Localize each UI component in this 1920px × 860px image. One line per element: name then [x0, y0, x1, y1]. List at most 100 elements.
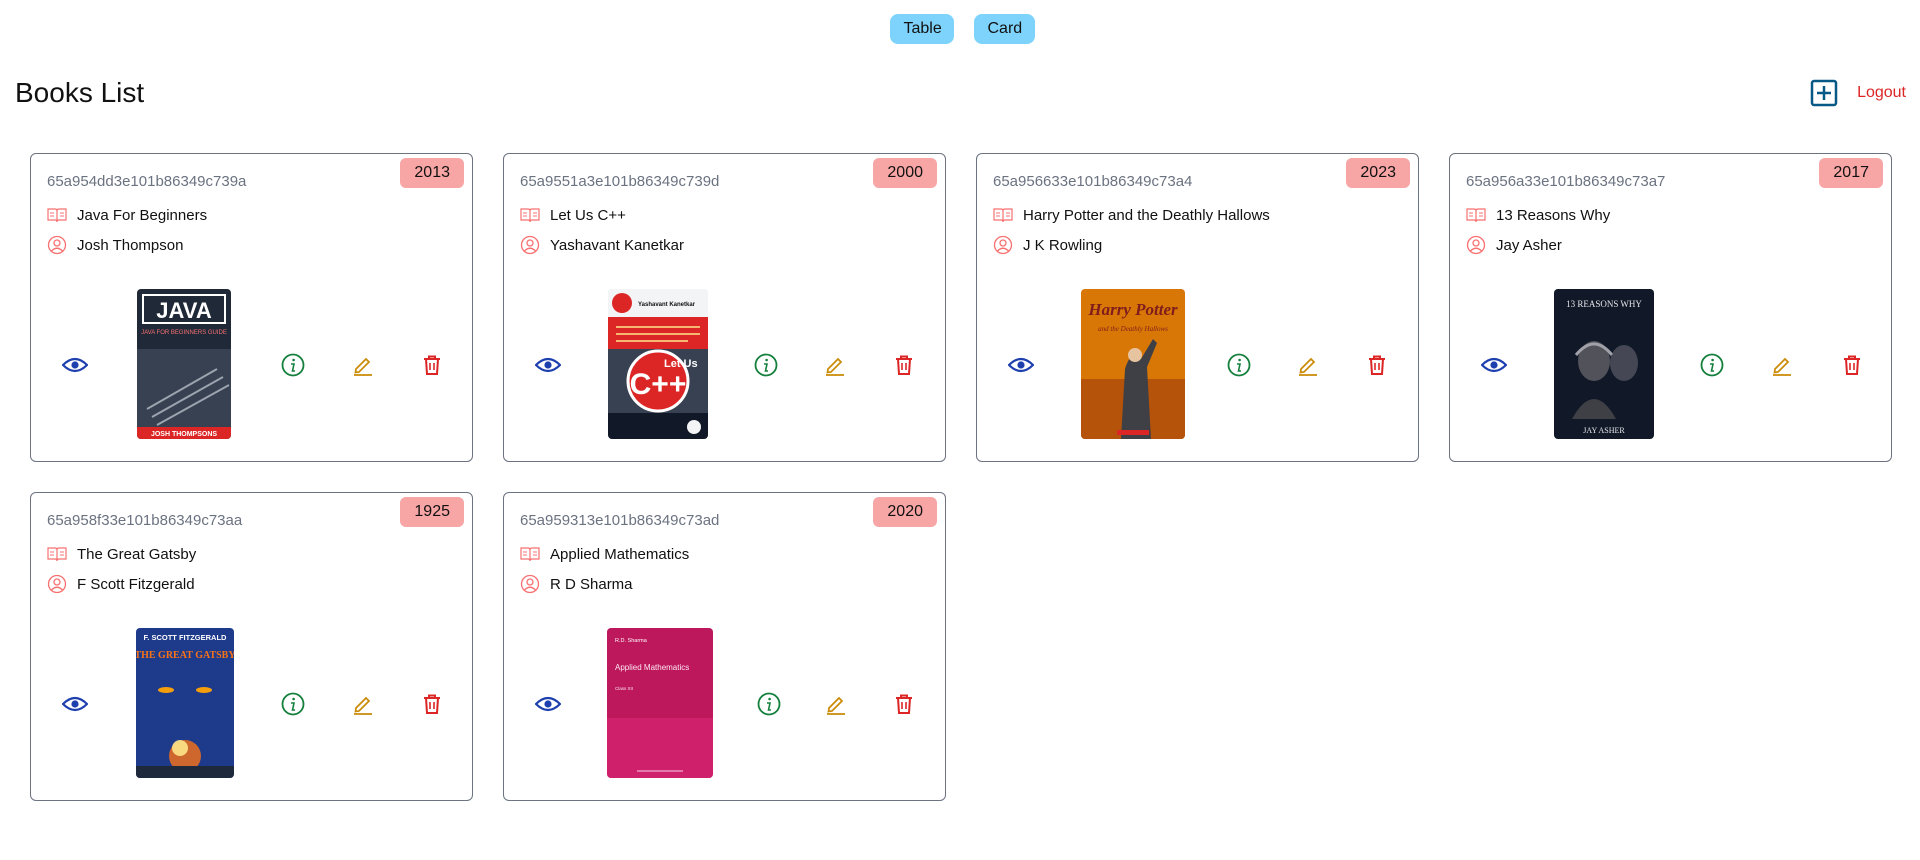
delete-button[interactable]	[418, 690, 446, 718]
view-button[interactable]	[61, 690, 89, 718]
pencil-icon	[1299, 357, 1317, 376]
cover-author-text: R.D. Sharma	[615, 638, 648, 644]
view-button[interactable]	[1480, 351, 1508, 379]
info-circle-icon	[757, 692, 781, 716]
view-button[interactable]	[1007, 351, 1035, 379]
author-row: R D Sharma	[520, 574, 633, 594]
eye-icon	[62, 357, 88, 373]
edit-button[interactable]	[821, 351, 849, 379]
cover-author-text: JOSH THOMPSONS	[151, 431, 217, 438]
delete-button[interactable]	[1838, 351, 1866, 379]
author-row: Jay Asher	[1466, 235, 1562, 255]
book-id: 65a956a33e101b86349c73a7	[1466, 173, 1666, 190]
info-button[interactable]	[279, 690, 307, 718]
year-badge: 2020	[873, 497, 937, 527]
view-button[interactable]	[534, 690, 562, 718]
view-button[interactable]	[534, 351, 562, 379]
book-cover: Yashavant Kanetkar Let Us C++	[608, 289, 708, 439]
info-button[interactable]	[279, 351, 307, 379]
edit-button[interactable]	[349, 351, 377, 379]
book-cover: Harry Potter and the Deathly Hallows	[1081, 289, 1185, 439]
author-row: F Scott Fitzgerald	[47, 574, 195, 594]
pencil-icon	[354, 357, 372, 376]
trash-icon	[1844, 355, 1860, 375]
user-circle-icon	[993, 235, 1013, 255]
info-circle-icon	[281, 353, 305, 377]
info-button[interactable]	[755, 690, 783, 718]
pencil-icon	[827, 696, 845, 715]
page-title: Books List	[15, 77, 145, 108]
cover-subtitle-text: and the Deathly Hallows	[1098, 325, 1168, 333]
eye-icon	[1481, 357, 1507, 373]
cover-title-text: Applied Mathematics	[615, 663, 689, 672]
book-cover: 13 REASONS WHY JAY ASHER	[1554, 289, 1654, 439]
table-view-button[interactable]: Table	[889, 14, 954, 44]
info-circle-icon	[754, 353, 778, 377]
info-button[interactable]	[752, 351, 780, 379]
book-open-icon	[993, 205, 1013, 225]
title-row: Applied Mathematics	[520, 544, 689, 564]
info-circle-icon	[281, 692, 305, 716]
book-author: R D Sharma	[550, 575, 633, 593]
edit-button[interactable]	[1768, 351, 1796, 379]
info-button[interactable]	[1698, 351, 1726, 379]
eye-icon	[1008, 357, 1034, 373]
cover-title-text: JAVA	[156, 298, 212, 323]
trash-icon	[424, 694, 440, 714]
title-row: Let Us C++	[520, 205, 626, 225]
delete-button[interactable]	[890, 351, 918, 379]
book-title: Applied Mathematics	[550, 545, 690, 563]
book-card: 2000 65a9551a3e101b86349c739d Let Us C++…	[503, 153, 946, 462]
plus-square-icon	[1810, 79, 1838, 107]
book-author: J K Rowling	[1023, 236, 1103, 254]
book-title: 13 Reasons Why	[1496, 206, 1611, 224]
book-card: 2020 65a959313e101b86349c73ad Applied Ma…	[503, 492, 946, 801]
info-button[interactable]	[1225, 351, 1253, 379]
cover-author-text: Yashavant Kanetkar	[638, 302, 696, 308]
author-row: Yashavant Kanetkar	[520, 235, 684, 255]
book-title: Harry Potter and the Deathly Hallows	[1023, 206, 1270, 224]
trash-icon	[896, 694, 912, 714]
user-circle-icon	[47, 235, 67, 255]
book-card: 2023 65a956633e101b86349c73a4 Harry Pott…	[976, 153, 1419, 462]
book-open-icon	[47, 205, 67, 225]
book-author: Yashavant Kanetkar	[550, 236, 684, 254]
edit-button[interactable]	[1294, 351, 1322, 379]
book-author: F Scott Fitzgerald	[77, 575, 195, 593]
book-open-icon	[47, 544, 67, 564]
year-badge: 2017	[1819, 158, 1883, 188]
delete-button[interactable]	[890, 690, 918, 718]
pencil-icon	[354, 696, 372, 715]
book-open-icon	[520, 205, 540, 225]
user-circle-icon	[47, 574, 67, 594]
title-row: Harry Potter and the Deathly Hallows	[993, 205, 1270, 225]
book-card: 2013 65a954dd3e101b86349c739a Java For B…	[30, 153, 473, 462]
trash-icon	[896, 355, 912, 375]
book-card: 1925 65a958f33e101b86349c73aa The Great …	[30, 492, 473, 801]
view-toggle: Table Card	[0, 14, 1920, 44]
delete-button[interactable]	[418, 351, 446, 379]
edit-button[interactable]	[349, 690, 377, 718]
book-cover: F. SCOTT FITZGERALD THE GREAT GATSBY	[136, 628, 234, 778]
edit-button[interactable]	[822, 690, 850, 718]
card-view-button[interactable]: Card	[973, 14, 1035, 44]
cover-subtitle-text: JAVA FOR BEGINNERS GUIDE	[141, 330, 227, 336]
header-actions: Logout	[1809, 78, 1906, 108]
logout-link[interactable]: Logout	[1857, 84, 1906, 102]
user-circle-icon	[520, 574, 540, 594]
book-title: The Great Gatsby	[77, 545, 197, 563]
view-button[interactable]	[61, 351, 89, 379]
cover-title-text: THE GREAT GATSBY	[136, 650, 234, 661]
book-title: Java For Beginners	[77, 206, 208, 224]
cover-subtitle-text: Class XII	[615, 686, 633, 691]
author-row: Josh Thompson	[47, 235, 183, 255]
author-row: J K Rowling	[993, 235, 1102, 255]
book-open-icon	[1466, 205, 1486, 225]
delete-button[interactable]	[1363, 351, 1391, 379]
year-badge: 2013	[400, 158, 464, 188]
info-circle-icon	[1227, 353, 1251, 377]
trash-icon	[424, 355, 440, 375]
add-book-button[interactable]	[1809, 78, 1839, 108]
cover-author-text: F. SCOTT FITZGERALD	[144, 633, 227, 642]
cover-title-text: 13 REASONS WHY	[1566, 299, 1642, 309]
